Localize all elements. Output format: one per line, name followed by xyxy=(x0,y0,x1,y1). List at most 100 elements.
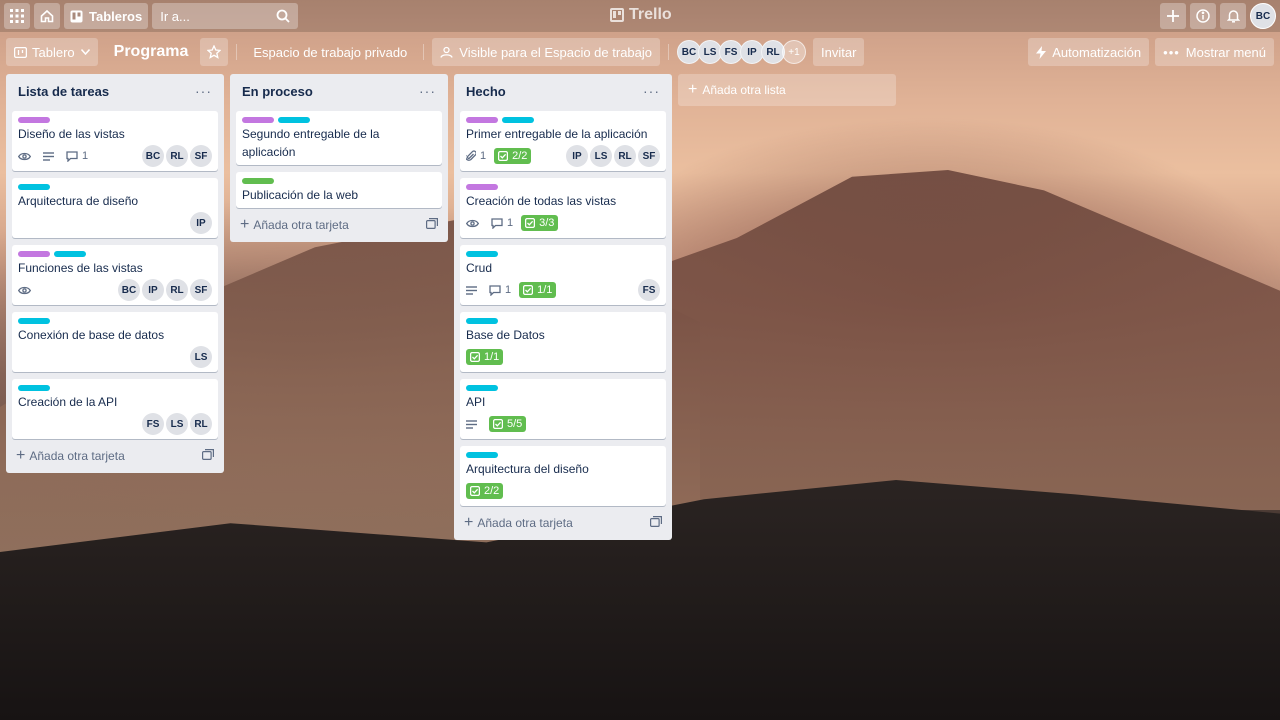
checklist-count: 3/3 xyxy=(539,217,555,229)
card-title: Primer entregable de la aplicación xyxy=(466,127,648,141)
add-card-button[interactable]: + Añada otra tarjeta xyxy=(240,216,349,234)
workspace-button[interactable]: Espacio de trabajo privado xyxy=(245,38,415,66)
checklist-badge: 1/1 xyxy=(466,349,504,365)
card[interactable]: Crud 1 1/1 FS xyxy=(460,245,666,305)
card[interactable]: Diseño de las vistas 1 BC RL SF xyxy=(12,111,218,171)
list-title[interactable]: En proceso xyxy=(242,84,313,99)
notifications-button[interactable] xyxy=(1220,3,1246,29)
show-menu-button[interactable]: ••• Mostrar menú xyxy=(1155,38,1274,66)
label-purple[interactable] xyxy=(18,251,50,257)
card-member-avatar[interactable]: LS xyxy=(166,413,188,435)
checklist-count: 1/1 xyxy=(537,284,553,296)
card-badges: 1/1 xyxy=(466,346,660,368)
card[interactable]: Arquitectura de diseño IP xyxy=(12,178,218,238)
trello-logo-icon xyxy=(610,8,624,22)
info-button[interactable] xyxy=(1190,3,1216,29)
create-button[interactable] xyxy=(1160,3,1186,29)
card-member-avatar[interactable]: RL xyxy=(166,145,188,167)
label-green[interactable] xyxy=(242,178,274,184)
card-badges: 1 1/1 FS xyxy=(466,279,660,301)
create-from-template-button[interactable] xyxy=(202,449,214,463)
label-sky[interactable] xyxy=(18,385,50,391)
list-title[interactable]: Lista de tareas xyxy=(18,84,109,99)
home-button[interactable] xyxy=(34,3,60,29)
label-sky[interactable] xyxy=(466,251,498,257)
list-menu-button[interactable]: ··· xyxy=(643,83,660,99)
comments-count: 1 xyxy=(505,284,512,296)
card-member-avatar[interactable]: LS xyxy=(190,346,212,368)
card-title: Funciones de las vistas xyxy=(18,261,143,275)
create-from-template-button[interactable] xyxy=(650,516,662,530)
card-member-avatar[interactable]: IP xyxy=(190,212,212,234)
list-header: Lista de tareas ··· xyxy=(12,78,218,104)
bell-icon xyxy=(1226,10,1240,23)
checklist-icon xyxy=(523,285,534,295)
card-members: FS xyxy=(636,279,660,301)
card-title: Crud xyxy=(466,261,493,275)
card[interactable]: Arquitectura del diseño 2/2 xyxy=(460,446,666,506)
star-board-button[interactable] xyxy=(200,38,229,66)
comments-count: 1 xyxy=(82,150,89,162)
card[interactable]: Publicación de la web xyxy=(236,172,442,208)
add-card-button[interactable]: + Añada otra tarjeta xyxy=(16,447,125,465)
card[interactable]: Creación de todas las vistas 1 3/3 xyxy=(460,178,666,238)
card-member-avatar[interactable]: RL xyxy=(166,279,188,301)
label-purple[interactable] xyxy=(466,117,498,123)
checklist-badge: 2/2 xyxy=(494,148,532,164)
comment-icon xyxy=(489,284,501,296)
label-sky[interactable] xyxy=(466,385,498,391)
card[interactable]: API 5/5 xyxy=(460,379,666,439)
user-avatar[interactable]: BC xyxy=(1250,3,1276,29)
card-member-avatar[interactable]: RL xyxy=(190,413,212,435)
board-title[interactable]: Programa xyxy=(106,43,197,61)
card-member-avatar[interactable]: RL xyxy=(614,145,636,167)
invite-button[interactable]: Invitar xyxy=(813,38,865,66)
label-purple[interactable] xyxy=(242,117,274,123)
automation-button[interactable]: Automatización xyxy=(1028,38,1150,66)
card-member-avatar[interactable]: SF xyxy=(190,145,212,167)
boards-button[interactable]: Tableros xyxy=(64,3,149,29)
card-member-avatar[interactable]: SF xyxy=(638,145,660,167)
create-from-template-button[interactable] xyxy=(426,218,438,232)
label-sky[interactable] xyxy=(502,117,534,123)
card-member-avatar[interactable]: BC xyxy=(118,279,140,301)
card[interactable]: Base de Datos 1/1 xyxy=(460,312,666,372)
card[interactable]: Segundo entregable de la aplicación xyxy=(236,111,442,165)
label-sky[interactable] xyxy=(466,318,498,324)
label-sky[interactable] xyxy=(54,251,86,257)
card[interactable]: Primer entregable de la aplicación 1 2/2 IP… xyxy=(460,111,666,171)
card-member-avatar[interactable]: LS xyxy=(590,145,612,167)
label-sky[interactable] xyxy=(18,184,50,190)
add-card-label: Añada otra tarjeta xyxy=(477,516,573,530)
more-members-button[interactable]: +1 xyxy=(782,40,806,64)
add-card-button[interactable]: + Añada otra tarjeta xyxy=(464,514,573,532)
apps-button[interactable] xyxy=(4,3,30,29)
list-title[interactable]: Hecho xyxy=(466,84,506,99)
label-sky[interactable] xyxy=(278,117,310,123)
card-title: Segundo entregable de la aplicación xyxy=(242,127,380,159)
card[interactable]: Creación de la API FS LS RL xyxy=(12,379,218,439)
card-member-avatar[interactable]: IP xyxy=(566,145,588,167)
card-member-avatar[interactable]: FS xyxy=(638,279,660,301)
visibility-button[interactable]: Visible para el Espacio de trabajo xyxy=(432,38,660,66)
search-input[interactable]: Ir a... xyxy=(152,3,299,29)
card[interactable]: Conexión de base de datos LS xyxy=(12,312,218,372)
list-menu-button[interactable]: ··· xyxy=(195,83,212,99)
card-labels xyxy=(242,117,436,123)
label-purple[interactable] xyxy=(466,184,498,190)
add-list-button[interactable]: + Añada otra lista xyxy=(678,74,896,106)
card[interactable]: Funciones de las vistas BC IP RL SF xyxy=(12,245,218,305)
card-member-avatar[interactable]: IP xyxy=(142,279,164,301)
add-card-row: + Añada otra tarjeta xyxy=(460,506,666,534)
label-sky[interactable] xyxy=(18,318,50,324)
board-view-switcher[interactable]: Tablero xyxy=(6,38,98,66)
card-badges: LS xyxy=(18,346,212,368)
list-menu-button[interactable]: ··· xyxy=(419,83,436,99)
label-sky[interactable] xyxy=(466,452,498,458)
board-header-separator xyxy=(236,44,238,60)
label-purple[interactable] xyxy=(18,117,50,123)
card-member-avatar[interactable]: FS xyxy=(142,413,164,435)
card-member-avatar[interactable]: SF xyxy=(190,279,212,301)
card-member-avatar[interactable]: BC xyxy=(142,145,164,167)
trello-logo[interactable]: Trello xyxy=(610,6,672,24)
